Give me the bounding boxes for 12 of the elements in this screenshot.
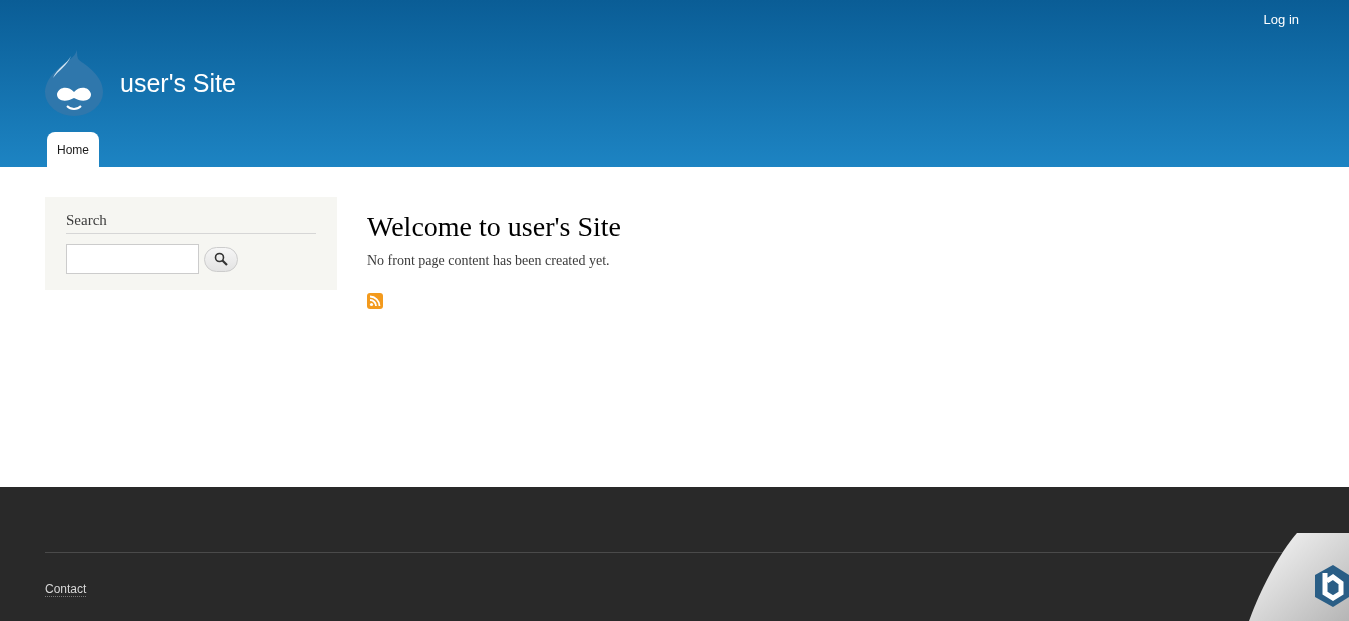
empty-message: No front page content has been created yet. xyxy=(367,253,611,269)
search-icon xyxy=(214,252,228,266)
search-field[interactable] xyxy=(66,244,199,274)
nav-tab[interactable]: Home xyxy=(47,132,99,167)
page-curl-badge-icon[interactable] xyxy=(1249,533,1349,621)
site-name[interactable]: user's Site xyxy=(120,68,236,98)
drop-logo-icon[interactable] xyxy=(45,50,103,116)
contact-link[interactable]: Contact xyxy=(45,582,87,597)
page-title: Welcome to user's Site xyxy=(367,211,621,243)
login-link[interactable]: Log in xyxy=(1263,12,1299,29)
block-title: Search xyxy=(66,212,316,234)
search-button[interactable] xyxy=(204,246,238,272)
